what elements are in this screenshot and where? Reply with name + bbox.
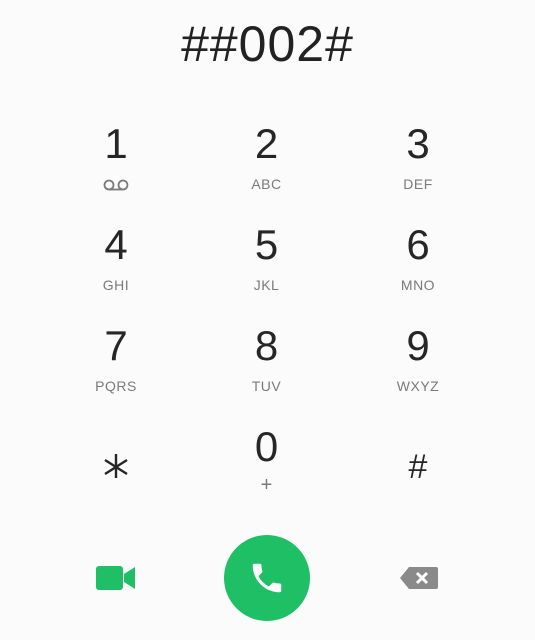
video-call-button[interactable] (92, 558, 140, 598)
key-3[interactable]: 3 DEF (342, 112, 494, 213)
key-2[interactable]: 2 ABC (191, 112, 342, 213)
key-letters: PQRS (95, 378, 137, 394)
key-digit: 8 (254, 322, 279, 369)
key-letters: MNO (400, 277, 436, 293)
key-hash[interactable]: # (342, 415, 494, 516)
phone-handset-icon (252, 563, 282, 593)
key-digit: 1 (104, 120, 128, 167)
backspace-button[interactable] (394, 558, 444, 598)
key-6[interactable]: 6 MNO (342, 213, 494, 314)
key-letters: TUV (251, 378, 282, 394)
key-4[interactable]: 4 GHI (41, 213, 191, 314)
key-digit: 2 (254, 120, 279, 167)
key-digit: 6 (406, 221, 430, 268)
dialer-action-bar (0, 534, 535, 622)
key-letters: GHI (102, 277, 130, 293)
asterisk-icon (102, 448, 130, 484)
dial-keypad: 1 2 ABC 3 DEF 4 GHI 5 JKL 6 MNO 7 PQRS 8… (41, 112, 494, 516)
key-letters: JKL (253, 277, 280, 293)
voicemail-icon (103, 178, 129, 192)
key-letters: DEF (403, 176, 433, 192)
key-1[interactable]: 1 (41, 112, 191, 213)
backspace-icon (400, 567, 438, 589)
key-digit: 9 (406, 322, 430, 369)
key-8[interactable]: 8 TUV (191, 314, 342, 415)
video-camera-icon (96, 566, 135, 590)
key-letters: WXYZ (396, 378, 440, 394)
key-digit: 5 (254, 221, 279, 268)
key-0[interactable]: 0 + (191, 415, 342, 516)
key-digit: 7 (104, 322, 128, 369)
key-digit: 0 (254, 423, 279, 470)
call-button[interactable] (224, 535, 310, 621)
key-plus: + (260, 474, 273, 496)
key-7[interactable]: 7 PQRS (41, 314, 191, 415)
key-9[interactable]: 9 WXYZ (342, 314, 494, 415)
key-letters: ABC (251, 176, 282, 192)
key-star[interactable] (41, 415, 191, 516)
key-digit: # (408, 448, 428, 486)
key-digit: 4 (104, 221, 128, 268)
key-digit: 3 (406, 120, 430, 167)
key-5[interactable]: 5 JKL (191, 213, 342, 314)
dialed-number-display[interactable]: ##002# (0, 12, 535, 76)
